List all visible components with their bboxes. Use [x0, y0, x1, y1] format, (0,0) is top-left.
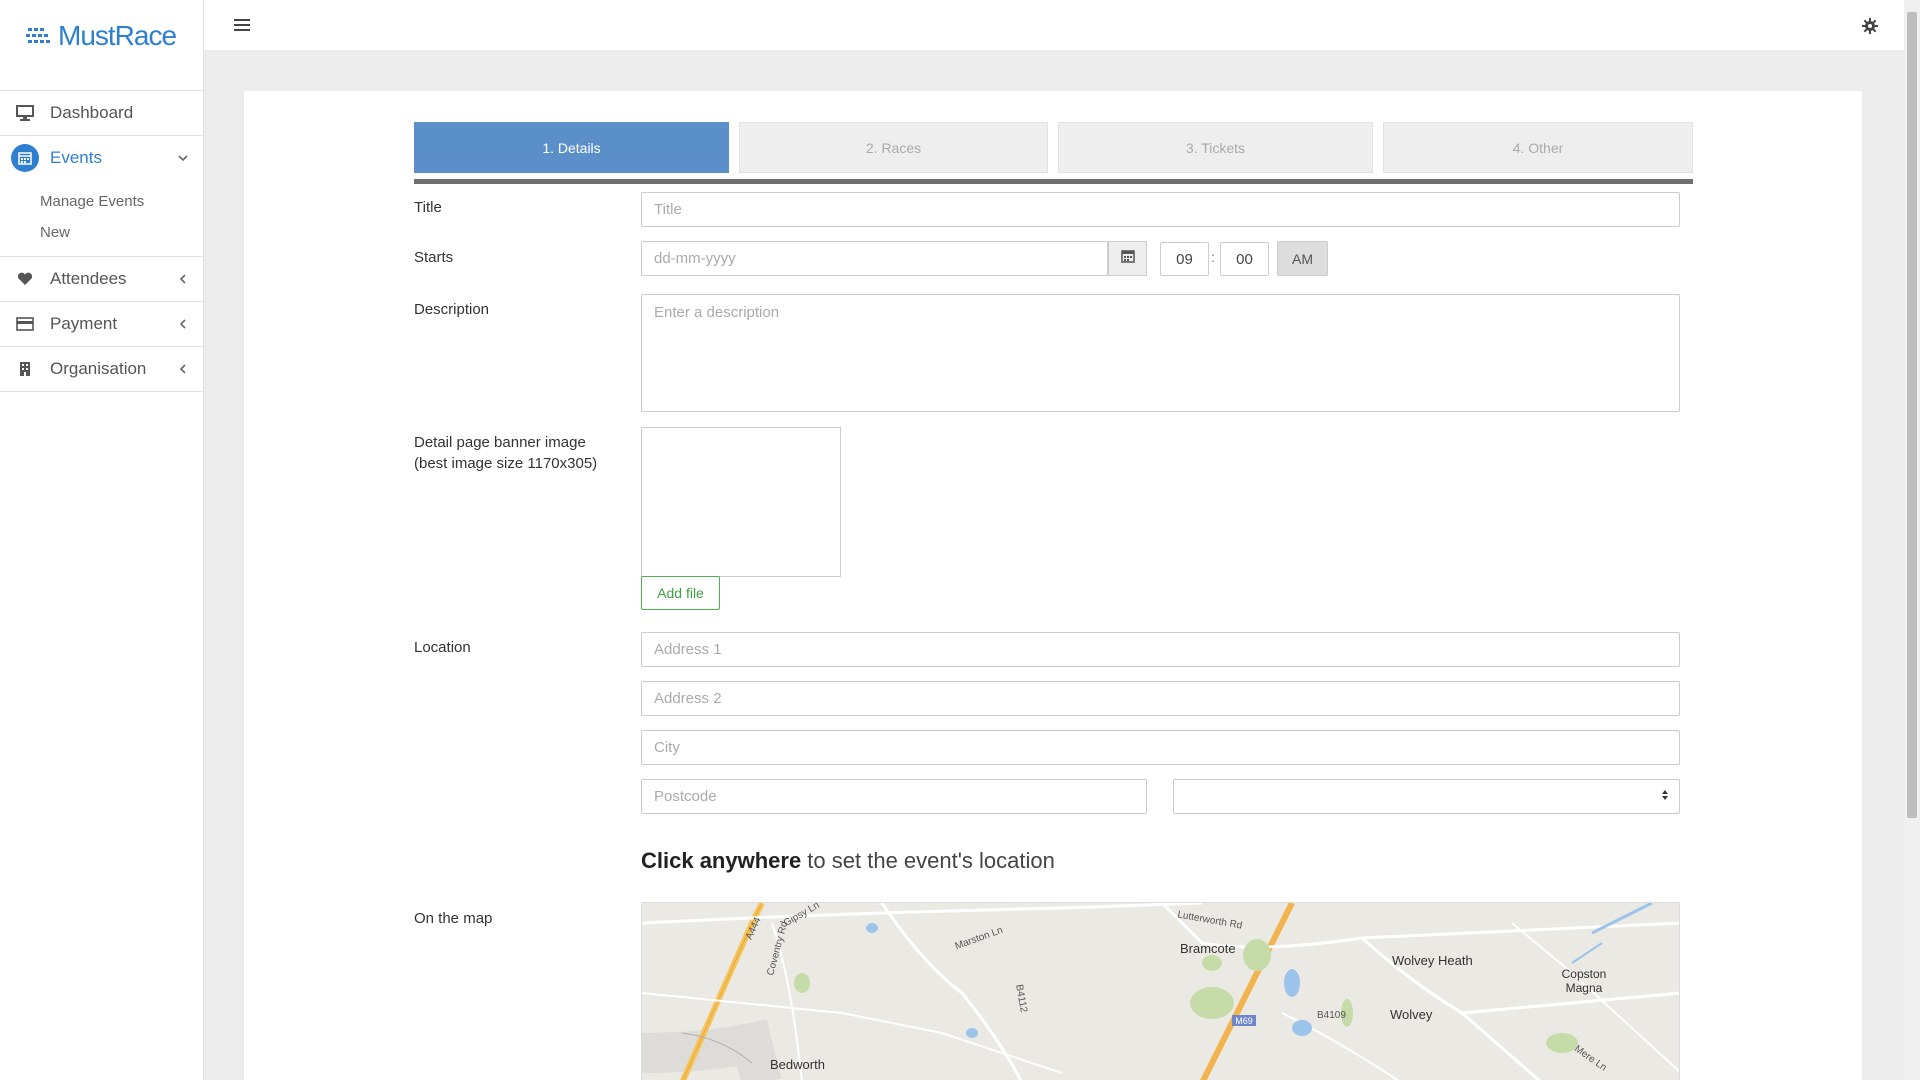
sidebar-item-label: Organisation — [50, 359, 147, 378]
logo-mark-icon — [26, 28, 50, 43]
map-roads: M69 — [642, 903, 1679, 1080]
add-file-button[interactable]: Add file — [641, 576, 720, 610]
minute-input[interactable]: 00 — [1220, 242, 1269, 276]
title-input[interactable]: Title — [641, 192, 1680, 227]
tab-details[interactable]: 1. Details — [414, 122, 729, 173]
sidebar-item-events[interactable]: Events — [0, 135, 204, 180]
chevron-left-icon — [178, 316, 188, 332]
date-input[interactable]: dd-mm-yyyy — [641, 241, 1108, 276]
hamburger-icon[interactable] — [234, 18, 250, 37]
map-label-wolvey-heath: Wolvey Heath — [1392, 953, 1473, 968]
credit-card-icon — [16, 315, 34, 333]
banner-label-line1: Detail page banner image — [414, 434, 586, 451]
map-hint-rest: to set the event's location — [801, 848, 1055, 873]
sidebar-divider — [0, 391, 204, 392]
map-label-b4109: B4109 — [1317, 1010, 1346, 1021]
time-separator: : — [1211, 249, 1215, 265]
sidebar-item-dashboard[interactable]: Dashboard — [0, 90, 204, 135]
wizard-progress-bar — [414, 179, 1693, 184]
map-label-bedworth: Bedworth — [770, 1057, 825, 1072]
sidebar-item-label: Payment — [50, 314, 118, 333]
calendar-icon — [1120, 249, 1135, 268]
sidebar-item-label: Attendees — [50, 269, 127, 288]
map-label: On the map — [414, 910, 493, 927]
banner-label-line2: (best image size 1170x305) — [414, 455, 598, 472]
ampm-toggle[interactable]: AM — [1277, 241, 1328, 276]
address2-input[interactable]: Address 2 — [641, 681, 1680, 716]
country-select[interactable] — [1173, 779, 1680, 814]
map-label-wolvey: Wolvey — [1390, 1007, 1433, 1022]
tab-other[interactable]: 4. Other — [1383, 122, 1693, 173]
title-label: Title — [414, 199, 442, 216]
gear-icon[interactable] — [1862, 18, 1878, 39]
tab-races[interactable]: 2. Races — [739, 122, 1048, 173]
tab-tickets[interactable]: 3. Tickets — [1058, 122, 1373, 173]
address1-input[interactable]: Address 1 — [641, 632, 1680, 667]
city-input[interactable]: City — [641, 730, 1680, 765]
sidebar-item-payment[interactable]: Payment — [0, 301, 204, 346]
postcode-input[interactable]: Postcode — [641, 779, 1147, 814]
sidebar-subitem-new[interactable]: New — [40, 224, 70, 241]
location-map[interactable]: M69 Bramcote Wolvey Heath Copston Magna … — [641, 902, 1680, 1080]
starts-label: Starts — [414, 249, 454, 266]
map-label-copston-magna: Copston Magna — [1561, 967, 1607, 995]
chevron-left-icon — [178, 361, 188, 377]
sidebar-item-label: Dashboard — [50, 103, 134, 122]
brand-logo[interactable]: MustRace — [26, 20, 177, 52]
sidebar-item-label: Events — [50, 148, 102, 167]
sidebar: MustRace Dashboard Events Manage Events … — [0, 0, 204, 1080]
building-icon — [16, 360, 34, 378]
calendar-icon — [11, 144, 39, 172]
page-scrollbar[interactable] — [1904, 0, 1920, 1080]
banner-preview — [641, 427, 841, 577]
sidebar-item-attendees[interactable]: Attendees — [0, 256, 204, 301]
brand-name: MustRace — [58, 20, 177, 51]
monitor-icon — [16, 104, 34, 122]
description-label: Description — [414, 301, 490, 318]
heart-icon — [16, 270, 34, 288]
description-textarea[interactable]: Enter a description — [641, 294, 1680, 412]
location-label: Location — [414, 639, 471, 656]
chevron-down-icon — [178, 150, 188, 166]
map-label-bramcote: Bramcote — [1180, 941, 1236, 956]
sidebar-item-organisation[interactable]: Organisation — [0, 346, 204, 391]
date-picker-button[interactable] — [1108, 241, 1147, 276]
top-bar — [204, 0, 1920, 50]
chevron-left-icon — [178, 271, 188, 287]
map-hint: Click anywhere to set the event's locati… — [641, 848, 1055, 874]
scrollbar-thumb[interactable] — [1907, 12, 1917, 818]
svg-text:M69: M69 — [1235, 1016, 1253, 1026]
select-arrows-icon — [1661, 788, 1669, 805]
hour-input[interactable]: 09 — [1160, 242, 1209, 276]
sidebar-subitem-manage-events[interactable]: Manage Events — [40, 193, 144, 210]
map-hint-bold: Click anywhere — [641, 848, 802, 873]
